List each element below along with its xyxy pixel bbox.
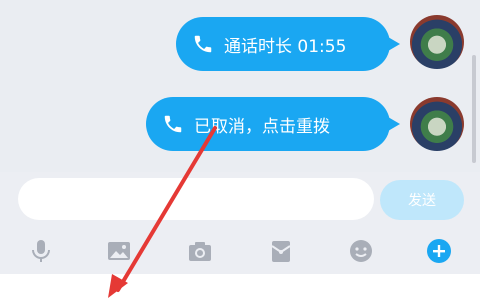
scrollbar[interactable] bbox=[472, 55, 476, 163]
call-duration-message[interactable]: 通话时长 01:55 bbox=[176, 17, 400, 71]
send-button[interactable]: 发送 bbox=[380, 180, 464, 220]
avatar[interactable] bbox=[410, 15, 464, 69]
message-text: 通话时长 01:55 bbox=[224, 36, 347, 57]
call-cancelled-message[interactable]: 已取消，点击重拨 bbox=[146, 97, 400, 151]
emoji-icon[interactable] bbox=[344, 234, 378, 268]
input-toolbar bbox=[0, 230, 480, 274]
plus-icon[interactable] bbox=[422, 234, 456, 268]
bottom-panel bbox=[0, 274, 480, 300]
phone-icon bbox=[164, 115, 182, 133]
avatar[interactable] bbox=[410, 97, 464, 151]
microphone-icon[interactable] bbox=[24, 234, 58, 268]
red-packet-icon[interactable] bbox=[264, 234, 298, 268]
message-text: 已取消，点击重拨 bbox=[194, 116, 330, 137]
phone-icon bbox=[194, 35, 212, 53]
message-input[interactable] bbox=[18, 178, 374, 220]
camera-icon[interactable] bbox=[183, 234, 217, 268]
image-icon[interactable] bbox=[102, 234, 136, 268]
input-bar: 发送 bbox=[0, 172, 480, 230]
chat-message-area: 通话时长 01:55 已取消，点击重拨 bbox=[0, 0, 480, 172]
